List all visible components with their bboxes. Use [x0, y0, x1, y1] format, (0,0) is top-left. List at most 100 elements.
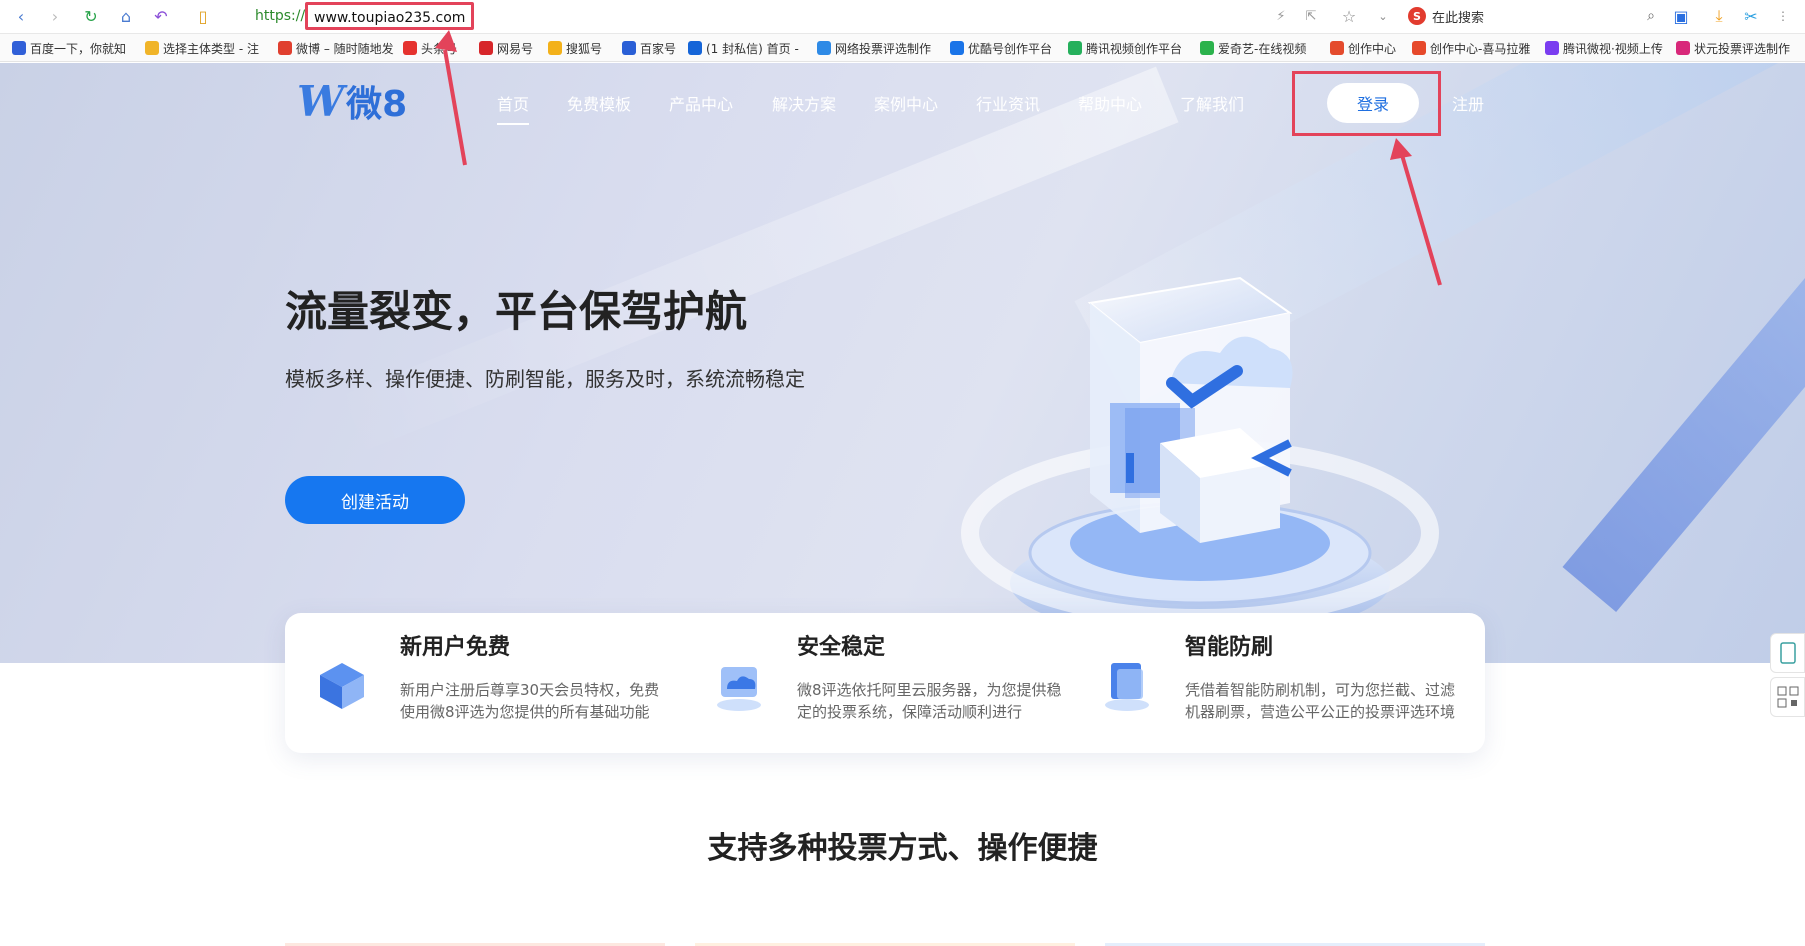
qr-code-icon[interactable] [1770, 677, 1805, 717]
bookmark-favicon-icon [278, 41, 292, 55]
shield-screen-icon [1105, 663, 1149, 711]
bookmark-item[interactable]: 优酷号创作平台 [950, 39, 1060, 57]
create-activity-button[interactable]: 创建活动 [285, 476, 465, 524]
bookmark-item[interactable]: 百家号 [622, 39, 682, 57]
bookmark-label: 腾讯微视·视频上传 [1563, 41, 1663, 56]
bookmark-item[interactable]: 搜狐号 [548, 39, 616, 57]
feature-title: 新用户免费 [400, 635, 511, 660]
logo-text: 微8 [346, 84, 408, 125]
address-protocol: https:// [255, 8, 306, 24]
cloud-server-icon [717, 667, 761, 711]
lightning-icon[interactable]: ⚡ [1270, 5, 1292, 27]
bookmark-item[interactable]: 创作中心 [1330, 39, 1405, 57]
tools-icon[interactable]: ✂ [1740, 5, 1762, 27]
bookmark-favicon-icon [622, 41, 636, 55]
bookmark-favicon-icon [403, 41, 417, 55]
bookmark-item[interactable]: 网易号 [479, 39, 541, 57]
login-button[interactable]: 登录 [1327, 83, 1419, 123]
nav-help-center[interactable]: 帮助中心 [1078, 91, 1142, 115]
bookmark-label: (1 封私信) 首页 - [706, 41, 799, 56]
bookmark-label: 微博 – 随时随地发 [296, 41, 394, 56]
bookmark-item[interactable]: 网络投票评选制作 [817, 39, 942, 57]
bookmark-item[interactable]: 状元投票评选制作 [1676, 39, 1801, 57]
bookmark-label: 爱奇艺-在线视频 [1218, 41, 1307, 56]
bookmark-item[interactable]: 爱奇艺-在线视频 [1200, 39, 1322, 57]
register-link[interactable]: 注册 [1452, 91, 1484, 115]
bookmark-favicon-icon [1068, 41, 1082, 55]
nav-free-templates[interactable]: 免费模板 [567, 91, 631, 115]
back-icon[interactable]: ‹ [10, 5, 32, 27]
bookmark-label: 网络投票评选制作 [835, 41, 932, 56]
search-icon[interactable]: ⌕ [1640, 5, 1662, 27]
nav-solutions[interactable]: 解决方案 [772, 91, 836, 115]
browser-search-box[interactable]: S 在此搜索 [1408, 4, 1660, 28]
menu-dots-icon[interactable]: ⋮ [1772, 5, 1794, 27]
bookmarks-bar: 百度一下，你就知 选择主体类型 - 注 微博 – 随时随地发 头条号 网易号 搜狐号 百家号… [0, 34, 1805, 62]
bookmark-label: 搜狐号 [566, 41, 603, 56]
reader-icon[interactable]: ▯ [192, 5, 214, 27]
bookmark-item[interactable]: 百度一下，你就知 [12, 39, 137, 57]
features-panel: 新用户免费 新用户注册后尊享30天会员特权，免费使用微8评选为您提供的所有基础功… [285, 613, 1485, 753]
feature-desc: 微8评选依托阿里云服务器，为您提供稳定的投票系统，保障活动顺利进行 [797, 681, 1062, 721]
forward-icon[interactable]: › [44, 5, 66, 27]
search-engine-icon[interactable]: S [1408, 7, 1426, 25]
share-icon[interactable]: ⇱ [1300, 5, 1322, 27]
bookmark-item[interactable]: (1 封私信) 首页 - [688, 39, 806, 57]
feature-desc: 凭借着智能防刷机制，可为您拦截、过滤机器刷票，营造公平公正的投票评选环境 [1185, 681, 1456, 721]
site-logo[interactable]: W 微8 [297, 75, 407, 127]
nav-about-us[interactable]: 了解我们 [1180, 91, 1244, 115]
home-icon[interactable]: ⌂ [115, 5, 137, 27]
nav-home[interactable]: 首页 [497, 91, 530, 125]
bookmark-favicon-icon [950, 41, 964, 55]
address-bar-url[interactable]: www.toupiao235.com [305, 2, 475, 30]
bookmark-favicon-icon [12, 41, 26, 55]
cloud-server-illustration [961, 276, 1439, 638]
bookmark-favicon-icon [1676, 41, 1690, 55]
search-placeholder: 在此搜索 [1432, 10, 1485, 26]
nav-products[interactable]: 产品中心 [669, 91, 733, 115]
bookmark-label: 优酷号创作平台 [968, 41, 1053, 56]
download-icon[interactable]: ⤓ [1708, 5, 1730, 27]
bookmark-favicon-icon [1412, 41, 1426, 55]
nav-industry-news[interactable]: 行业资讯 [976, 91, 1040, 115]
browser-toolbar: ‹ › ↻ ⌂ ↶ ▯ https:// www.toupiao235.com … [0, 0, 1805, 34]
bookmark-favicon-icon [817, 41, 831, 55]
bookmark-favicon-icon [548, 41, 562, 55]
mobile-icon[interactable] [1770, 633, 1805, 673]
logo-letter: W [297, 76, 345, 126]
bookmark-label: 腾讯视频创作平台 [1086, 41, 1183, 56]
feature-card: 安全稳定 微8评选依托阿里云服务器，为您提供稳定的投票系统，保障活动顺利进行 [682, 613, 1082, 753]
feature-title: 智能防刷 [1185, 635, 1274, 660]
bookmark-label: 头条号 [421, 41, 458, 56]
bookmark-item[interactable]: 腾讯视频创作平台 [1068, 39, 1193, 57]
feature-title: 安全稳定 [797, 635, 886, 660]
bookmark-favicon-icon [479, 41, 493, 55]
bookmark-item[interactable]: 微博 – 随时随地发 [278, 39, 396, 57]
bookmark-item[interactable]: 创作中心-喜马拉雅 [1412, 39, 1540, 57]
bookmark-label: 网易号 [497, 41, 534, 56]
cube-stack-icon [320, 663, 364, 709]
reload-icon[interactable]: ↻ [80, 5, 102, 27]
bookmark-favicon-icon [1330, 41, 1344, 55]
translate-icon[interactable]: ▣ [1670, 5, 1692, 27]
hero-title: 流量裂变，平台保驾护航 [285, 287, 748, 336]
hero-banner: W 微8 首页 免费模板 产品中心 解决方案 案例中心 行业资讯 帮助中心 了解… [0, 63, 1805, 663]
bookmark-label: 创作中心-喜马拉雅 [1430, 41, 1531, 56]
undo-icon[interactable]: ↶ [150, 5, 172, 27]
bookmark-item[interactable]: 腾讯微视·视频上传 [1545, 39, 1670, 57]
bookmark-item[interactable]: 头条号 [403, 39, 473, 57]
feature-desc: 新用户注册后尊享30天会员特权，免费使用微8评选为您提供的所有基础功能 [400, 681, 660, 721]
bookmark-label: 状元投票评选制作 [1694, 41, 1791, 56]
bookmark-item[interactable]: 选择主体类型 - 注 [145, 39, 270, 57]
bookmark-favicon-icon [1200, 41, 1214, 55]
bookmark-label: 百度一下，你就知 [30, 41, 127, 56]
bookmark-favicon-icon [145, 41, 159, 55]
star-icon[interactable]: ☆ [1338, 5, 1360, 27]
nav-cases[interactable]: 案例中心 [874, 91, 938, 115]
bookmark-label: 创作中心 [1348, 41, 1397, 56]
chevron-down-icon[interactable]: ⌄ [1372, 5, 1394, 27]
bookmark-label: 百家号 [640, 41, 677, 56]
web-page: W 微8 首页 免费模板 产品中心 解决方案 案例中心 行业资讯 帮助中心 了解… [0, 63, 1805, 946]
section-title: 支持多种投票方式、操作便捷 [707, 831, 1098, 866]
hero-decor-blue-bar [1562, 183, 1805, 613]
